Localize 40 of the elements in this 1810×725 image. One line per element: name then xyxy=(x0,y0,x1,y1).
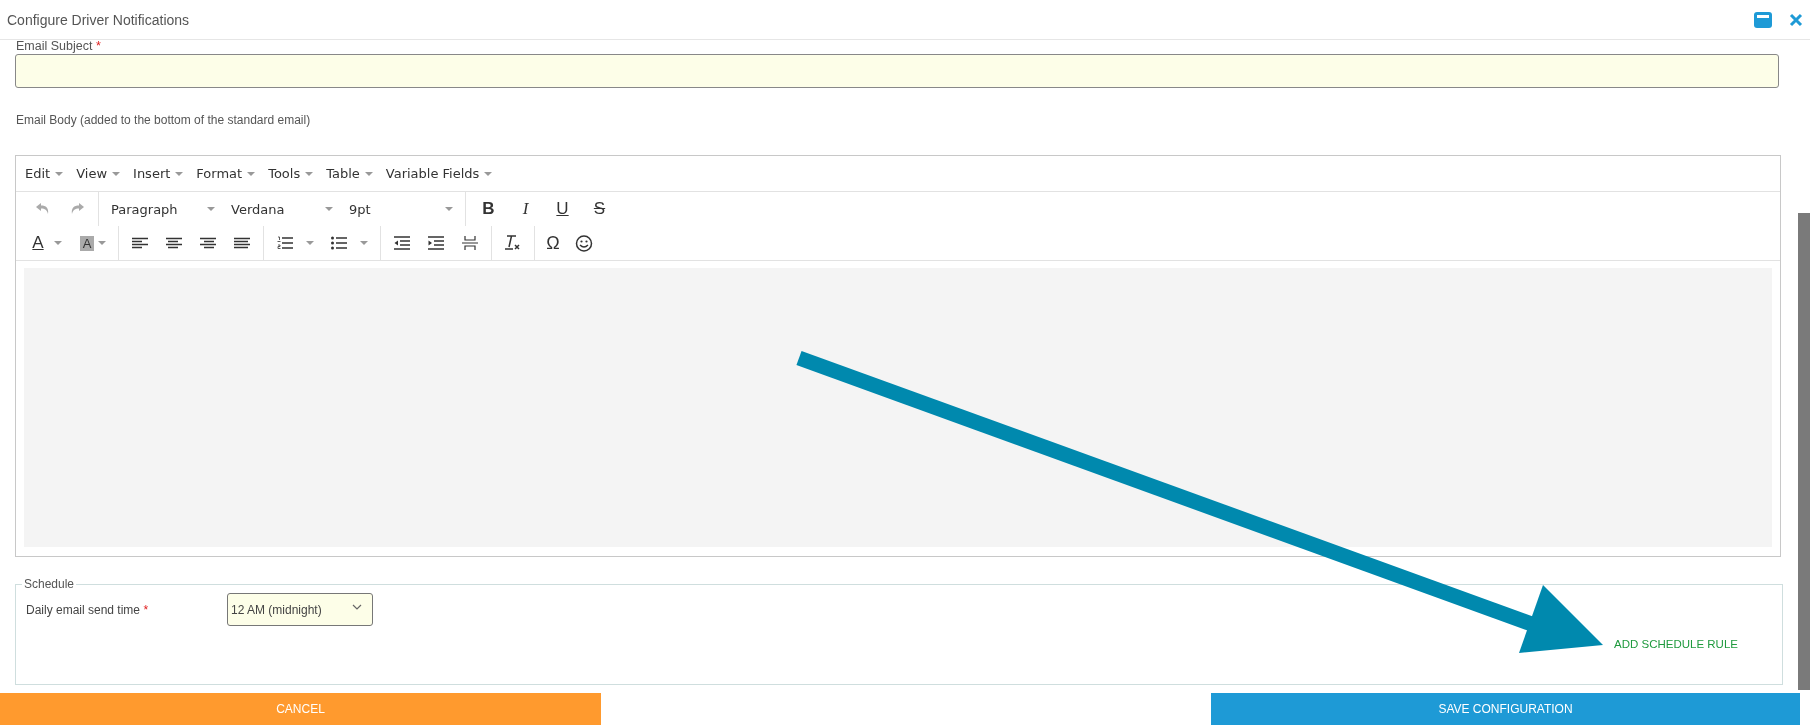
bullet-list-icon[interactable] xyxy=(330,236,348,250)
close-icon[interactable] xyxy=(1789,12,1803,27)
page-break-icon[interactable] xyxy=(461,236,479,250)
toolbar-dropdown[interactable]: Paragraph xyxy=(103,201,223,217)
scrollbar-thumb[interactable] xyxy=(1798,213,1810,690)
text-color-button[interactable]: A xyxy=(26,233,50,253)
menu-item[interactable]: Tools xyxy=(268,166,314,181)
menu-item[interactable]: Insert xyxy=(133,166,184,181)
menu-item[interactable]: Format xyxy=(196,166,256,181)
menu-item[interactable]: View xyxy=(76,166,121,181)
toolbar-dropdown[interactable]: 9pt xyxy=(341,201,461,217)
chevron-down-icon[interactable] xyxy=(352,603,362,610)
special-character-button[interactable]: Ω xyxy=(539,232,567,254)
field-label: Email Body (added to the bottom of the standard email) xyxy=(16,113,312,127)
strikethrough-button[interactable]: S xyxy=(581,199,618,219)
field-label: Email Subject * xyxy=(15,39,101,53)
email-subject-field[interactable] xyxy=(15,54,1779,88)
outdent-icon[interactable] xyxy=(393,236,411,250)
field-label: Daily email send time * xyxy=(26,602,150,617)
menu-item[interactable]: Edit xyxy=(25,166,64,181)
menu-item[interactable]: Table xyxy=(326,166,373,181)
toolbar-dropdown[interactable]: Verdana xyxy=(223,201,341,217)
window-title: Configure Driver Notifications xyxy=(7,11,190,28)
justify-icon[interactable] xyxy=(233,236,251,250)
background-color-button[interactable]: A xyxy=(80,235,94,251)
align-left-icon[interactable] xyxy=(131,236,149,250)
underline-button[interactable]: U xyxy=(544,199,581,219)
align-center-icon[interactable] xyxy=(165,236,183,250)
emoticon-icon[interactable] xyxy=(575,234,593,252)
bold-button[interactable]: B xyxy=(470,199,507,219)
italic-button[interactable]: I xyxy=(507,199,544,219)
send-time-dropdown[interactable]: 12 AM (midnight) xyxy=(227,593,373,626)
align-right-icon[interactable] xyxy=(199,236,217,250)
section-legend: Schedule xyxy=(22,577,77,591)
numbered-list-icon[interactable] xyxy=(276,236,294,250)
clear-formatting-icon[interactable] xyxy=(504,235,522,251)
indent-icon[interactable] xyxy=(427,236,445,250)
add-schedule-rule-link[interactable]: ADD SCHEDULE RULE xyxy=(1614,638,1738,650)
menu-item[interactable]: Variable Fields xyxy=(385,166,493,181)
maximize-icon[interactable] xyxy=(1754,11,1772,28)
